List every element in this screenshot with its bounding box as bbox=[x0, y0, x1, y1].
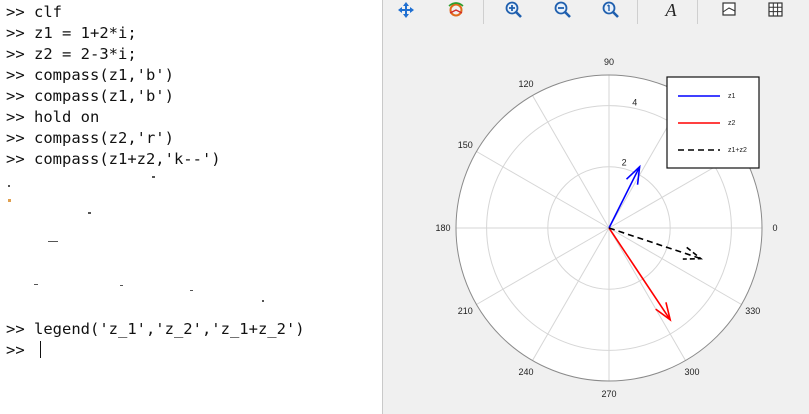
pan-icon[interactable] bbox=[394, 0, 418, 20]
erased-residue bbox=[190, 290, 193, 291]
console-line: >> legend('z_1','z_2','z_1+z_2') bbox=[6, 320, 305, 338]
console-line: >> compass(z1+z2,'k--') bbox=[6, 150, 221, 168]
erased-residue bbox=[48, 241, 58, 242]
angle-label: 90 bbox=[604, 57, 614, 67]
angle-label: 0 bbox=[772, 223, 777, 233]
text-icon-glyph: A bbox=[665, 0, 677, 20]
command-console[interactable]: >> clf >> z1 = 1+2*i; >> z2 = 2-3*i; >> … bbox=[0, 0, 382, 414]
compass-plot[interactable]: 90 120 150 180 210 240 270 300 330 0 2 4 z1 z2 z1+z2 bbox=[383, 28, 809, 414]
angle-label: 120 bbox=[518, 79, 533, 89]
legend-label: z2 bbox=[728, 120, 736, 127]
erased-residue bbox=[8, 199, 11, 202]
angle-label: 300 bbox=[684, 367, 699, 377]
figure-toolbar: A bbox=[383, 0, 809, 28]
toolbar-separator bbox=[697, 0, 698, 24]
angle-label: 210 bbox=[458, 306, 473, 316]
erased-residue bbox=[8, 185, 10, 187]
rotate-icon[interactable] bbox=[444, 0, 468, 20]
angle-label: 330 bbox=[745, 306, 760, 316]
zoom-reset-icon[interactable] bbox=[599, 0, 623, 20]
console-line: >> clf bbox=[6, 3, 62, 21]
legend[interactable]: z1 z2 z1+z2 bbox=[666, 76, 760, 169]
text-cursor bbox=[40, 341, 41, 358]
erased-residue bbox=[88, 212, 91, 214]
toolbar-separator bbox=[637, 0, 638, 24]
erased-residue bbox=[34, 284, 38, 285]
ring-label: 2 bbox=[622, 158, 627, 168]
ring-label: 4 bbox=[632, 97, 637, 107]
angle-label: 270 bbox=[601, 389, 616, 399]
grid-icon[interactable] bbox=[764, 0, 788, 20]
zoom-in-icon[interactable] bbox=[502, 0, 526, 20]
console-line: >> z2 = 2-3*i; bbox=[6, 45, 137, 63]
console-line: >> compass(z1,'b') bbox=[6, 66, 174, 84]
console-line: >> z1 = 1+2*i; bbox=[6, 24, 137, 42]
angle-label: 150 bbox=[458, 140, 473, 150]
angle-label: 240 bbox=[518, 367, 533, 377]
zoom-out-icon[interactable] bbox=[551, 0, 575, 20]
console-prompt[interactable]: >> bbox=[6, 340, 34, 361]
erased-residue bbox=[120, 285, 123, 286]
axes-icon[interactable] bbox=[717, 0, 741, 20]
console-line: >> compass(z2,'r') bbox=[6, 129, 174, 147]
erased-residue bbox=[152, 176, 155, 178]
console-line: >> compass(z1,'b') bbox=[6, 87, 174, 105]
legend-label: z1 bbox=[728, 93, 736, 100]
angle-label: 180 bbox=[435, 223, 450, 233]
legend-label: z1+z2 bbox=[728, 147, 747, 154]
toolbar-separator bbox=[483, 0, 484, 24]
figure-window: A 90 120 150 180 210 240 270 300 330 0 2 4 z1 z2 z1+z… bbox=[383, 0, 809, 414]
erased-residue bbox=[262, 300, 264, 302]
text-icon[interactable]: A bbox=[659, 0, 683, 20]
console-line: >> hold on bbox=[6, 108, 100, 126]
